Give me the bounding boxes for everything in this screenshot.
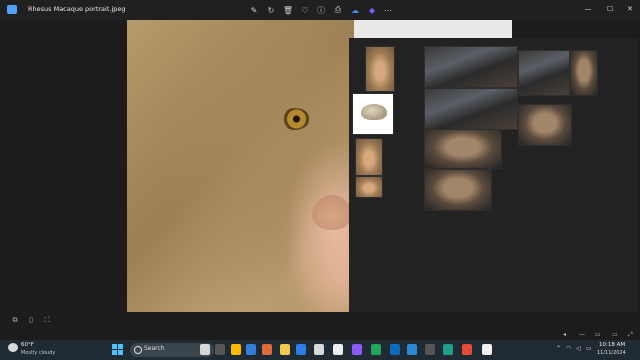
macaque-nose bbox=[312, 195, 352, 230]
paint-icon[interactable] bbox=[333, 344, 343, 355]
photo-background-strip bbox=[354, 20, 512, 38]
minimize-button[interactable]: — bbox=[576, 1, 600, 17]
taskbar: 60°F Mostly cloudy Search ⌃ ◠ ◁ ▭ 10:18 … bbox=[0, 340, 640, 360]
thumb-wukong-face-2[interactable] bbox=[424, 169, 492, 211]
thumb-wukong-poster-2[interactable] bbox=[570, 50, 598, 96]
store-icon[interactable] bbox=[262, 344, 272, 355]
app-icon-8[interactable] bbox=[352, 344, 362, 355]
start-button[interactable] bbox=[112, 344, 123, 355]
delete-icon[interactable]: 🗑 bbox=[282, 4, 294, 16]
mail-icon[interactable] bbox=[296, 344, 306, 355]
thumb-wukong-face-1[interactable] bbox=[424, 129, 502, 169]
info-icon[interactable]: ⓘ bbox=[315, 4, 327, 16]
clock-date[interactable]: 11/11/2024 bbox=[597, 350, 626, 356]
wifi-icon[interactable]: ◠ bbox=[566, 345, 571, 352]
file-explorer-icon[interactable] bbox=[280, 344, 290, 355]
app-icon-12[interactable] bbox=[425, 344, 435, 355]
app-icon-13[interactable] bbox=[443, 344, 453, 355]
task-view-icon[interactable] bbox=[215, 344, 225, 355]
more-icon[interactable]: ⋯ bbox=[382, 4, 394, 16]
copilot-icon[interactable]: ◆ bbox=[366, 4, 378, 16]
macaque-eye bbox=[280, 108, 310, 130]
thumb-wukong-poster-3[interactable] bbox=[518, 104, 572, 146]
thumb-wukong-poster-1[interactable] bbox=[518, 50, 570, 96]
widgets-icon[interactable] bbox=[231, 344, 241, 355]
thumb-macaque-smaller[interactable] bbox=[355, 176, 383, 198]
panel-nav-icon[interactable]: ◂ bbox=[563, 331, 566, 338]
panel-close-icon[interactable]: ▭ bbox=[612, 331, 618, 338]
favorite-icon[interactable]: ♡ bbox=[299, 4, 311, 16]
panel-minimize-icon[interactable]: — bbox=[579, 331, 585, 338]
game-icon[interactable] bbox=[200, 344, 210, 355]
title-bar: Rhesus Macaque portrait.jpeg ✎ ↻ 🗑 ♡ ⓘ ⎙… bbox=[0, 0, 640, 20]
search-icon bbox=[134, 346, 142, 354]
weather-cloud-icon[interactable] bbox=[8, 343, 18, 352]
panel-expand-icon[interactable]: ⤢ bbox=[628, 331, 633, 338]
onedrive-icon[interactable]: ☁ bbox=[349, 4, 361, 16]
filmstrip-icon[interactable]: ⧉ bbox=[10, 316, 20, 325]
thumb-wukong-banner-2[interactable] bbox=[424, 88, 518, 130]
fullscreen-icon[interactable]: ⛶ bbox=[42, 316, 52, 325]
skull-image bbox=[361, 104, 387, 120]
close-button[interactable]: ✕ bbox=[618, 1, 640, 17]
battery-icon[interactable]: ▭ bbox=[586, 345, 592, 352]
app-icon-14[interactable] bbox=[462, 344, 472, 355]
tray-overflow-icon[interactable]: ⌃ bbox=[556, 345, 561, 352]
clock-time[interactable]: 10:18 AM bbox=[599, 342, 625, 348]
app-icon-10[interactable] bbox=[390, 344, 400, 355]
thumb-skull[interactable] bbox=[352, 93, 394, 135]
photos-icon[interactable] bbox=[407, 344, 417, 355]
rotate-icon[interactable]: ↻ bbox=[265, 4, 277, 16]
app-icon-15[interactable] bbox=[482, 344, 492, 355]
thumb-wukong-banner-1[interactable] bbox=[424, 46, 518, 88]
thumb-macaque-small[interactable] bbox=[355, 138, 383, 176]
image-browser-panel bbox=[349, 38, 638, 336]
weather-condition[interactable]: Mostly cloudy bbox=[21, 350, 55, 356]
panel-restore-icon[interactable]: ▭ bbox=[595, 331, 601, 338]
print-icon[interactable]: ⎙ bbox=[332, 4, 344, 16]
settings-icon[interactable] bbox=[314, 344, 324, 355]
photos-app-icon bbox=[7, 5, 17, 14]
macaque-photo bbox=[127, 20, 354, 322]
whatsapp-icon[interactable] bbox=[371, 344, 381, 355]
speaker-icon[interactable]: ◁ bbox=[576, 345, 581, 352]
edge-icon[interactable] bbox=[246, 344, 256, 355]
weather-temperature[interactable]: 60°F bbox=[21, 342, 34, 348]
search-label: Search bbox=[144, 345, 165, 352]
edit-icon[interactable]: ✎ bbox=[248, 4, 260, 16]
viewer-bottom-bar: ⧉ ▯ ⛶ bbox=[0, 312, 640, 336]
thumb-rhesus-macaque[interactable] bbox=[365, 46, 395, 92]
window-title: Rhesus Macaque portrait.jpeg bbox=[28, 5, 126, 13]
slideshow-icon[interactable]: ▯ bbox=[26, 316, 36, 325]
